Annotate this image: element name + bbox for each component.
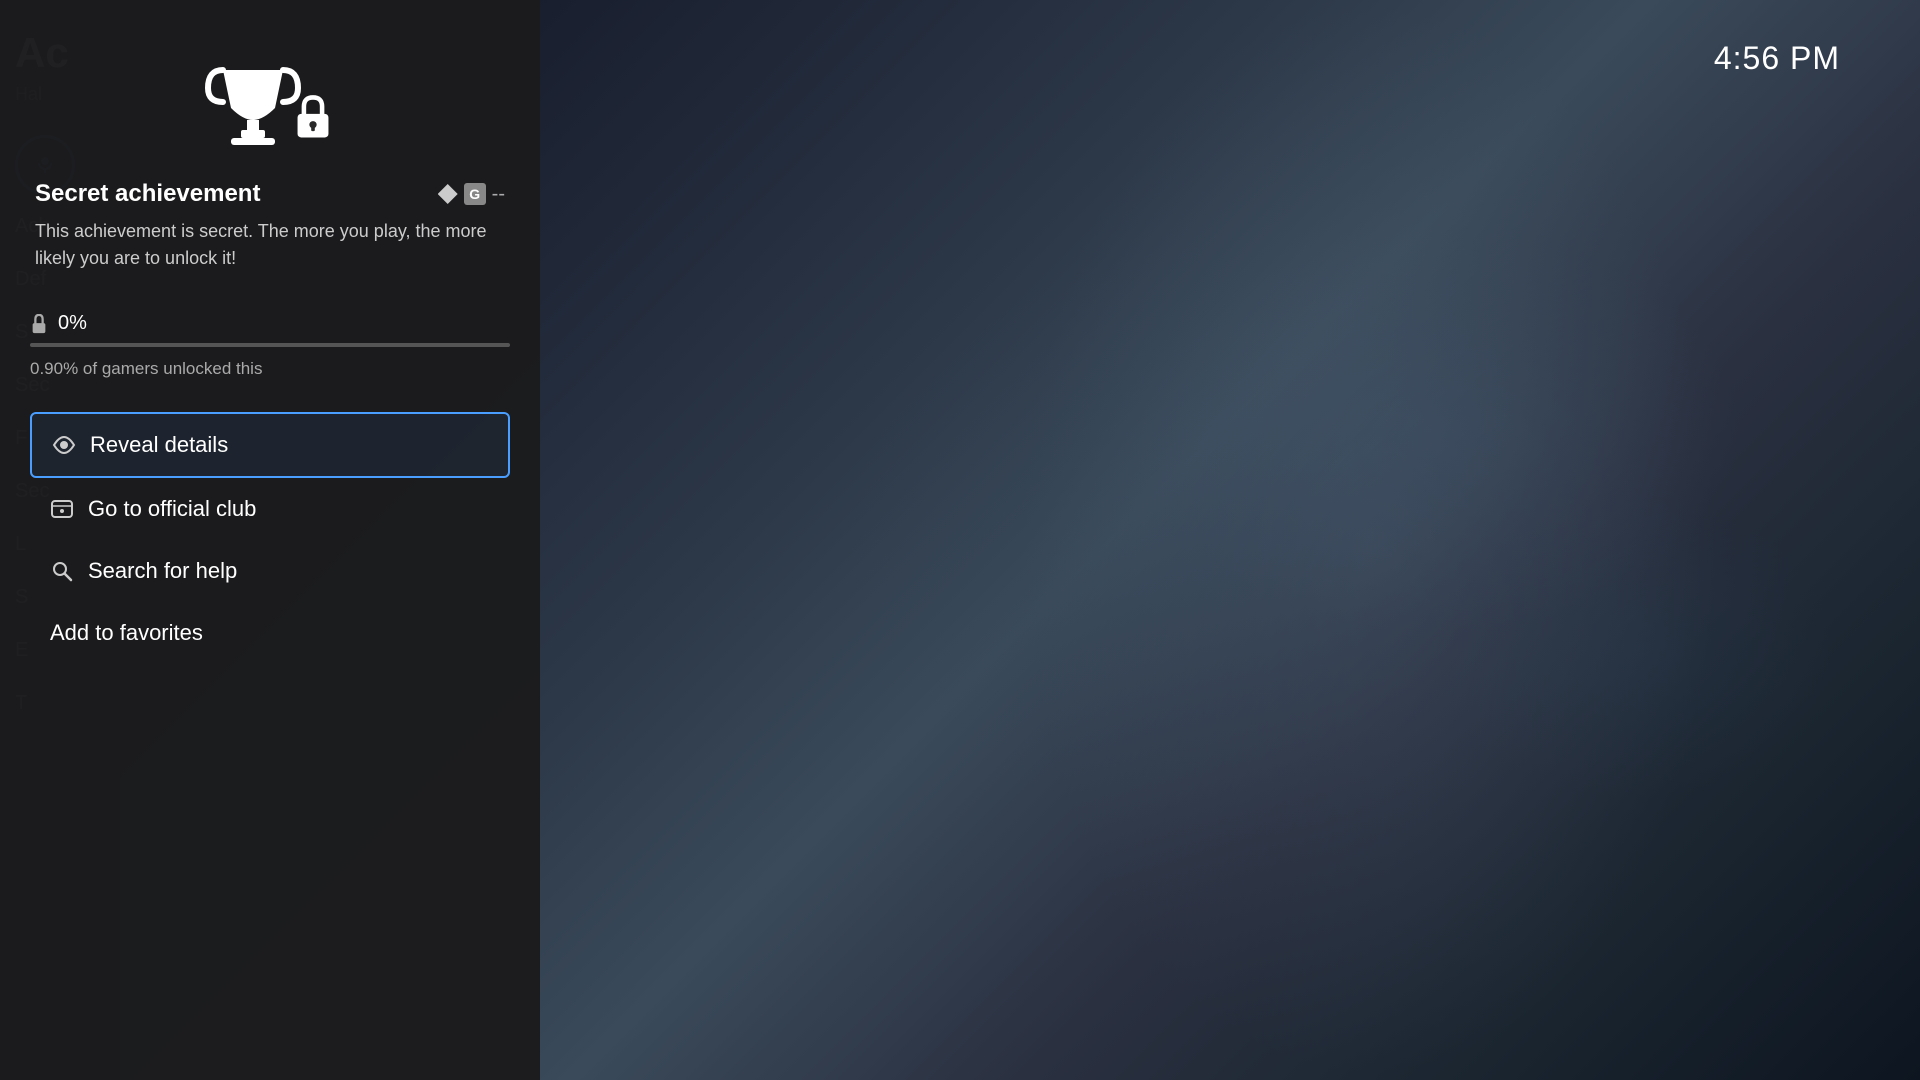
go-to-club-label: Go to official club xyxy=(88,496,256,522)
score-value: -- xyxy=(492,183,505,206)
search-help-button[interactable]: Search for help xyxy=(30,540,510,602)
achievement-menu: Reveal details Go to official club Searc… xyxy=(30,412,510,664)
achievement-icons-row: G -- xyxy=(438,183,505,206)
achievement-icon-area xyxy=(203,60,338,150)
add-favorites-label: Add to favorites xyxy=(50,620,203,646)
progress-section: 0% 0.90% of gamers unlocked this xyxy=(30,312,510,404)
gamers-unlocked-text: 0.90% of gamers unlocked this xyxy=(30,359,510,379)
reveal-details-label: Reveal details xyxy=(90,432,228,458)
gamerscore-badge: G xyxy=(464,183,486,205)
achievement-header: Secret achievement G -- xyxy=(35,180,505,208)
lock-icon xyxy=(288,92,338,142)
time-display: 4:56 PM xyxy=(1714,40,1840,77)
add-favorites-button[interactable]: Add to favorites xyxy=(30,602,510,664)
reveal-details-button[interactable]: Reveal details xyxy=(30,412,510,478)
club-icon xyxy=(50,497,74,521)
achievement-title: Secret achievement xyxy=(35,180,428,208)
diamond-icon xyxy=(438,184,458,204)
search-icon xyxy=(50,559,74,583)
go-to-club-button[interactable]: Go to official club xyxy=(30,478,510,540)
achievement-description: This achievement is secret. The more you… xyxy=(35,218,505,272)
progress-bar-container xyxy=(30,343,510,347)
achievement-modal: Secret achievement G -- This achievement… xyxy=(0,0,540,1080)
progress-percent: 0% xyxy=(58,312,87,335)
progress-lock-icon xyxy=(30,314,48,334)
background-character xyxy=(1020,0,1720,1080)
progress-row: 0% xyxy=(30,312,510,335)
eye-icon xyxy=(52,433,76,457)
search-help-label: Search for help xyxy=(88,558,237,584)
achievement-info: Secret achievement G -- This achievement… xyxy=(30,180,510,292)
